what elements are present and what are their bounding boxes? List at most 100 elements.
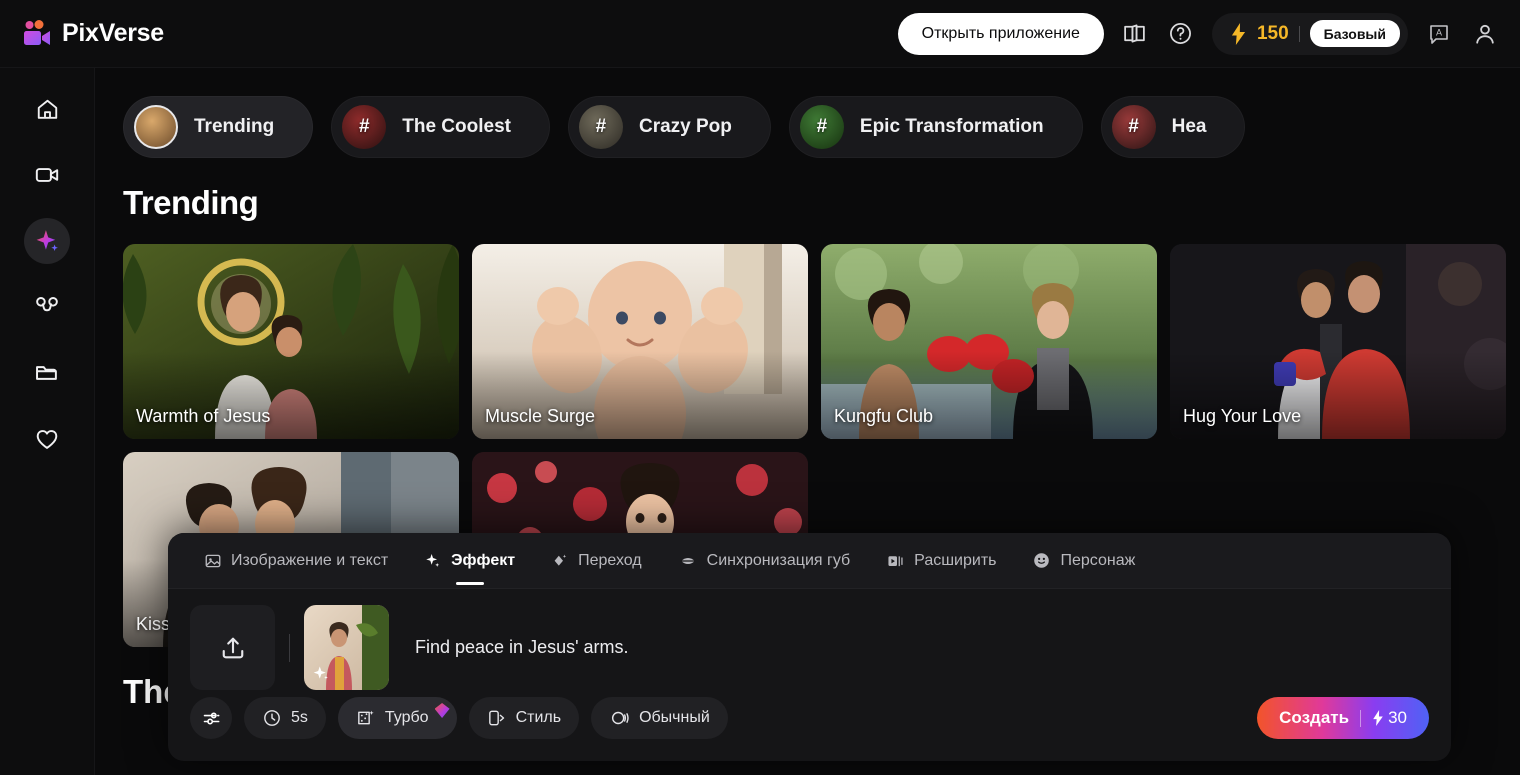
category-tab-label: The Coolest bbox=[402, 116, 511, 137]
page-title: Trending bbox=[123, 184, 259, 221]
left-sidebar bbox=[0, 68, 95, 775]
control-clock-icon[interactable]: 5s bbox=[244, 697, 326, 739]
card-label: Kiss bbox=[136, 614, 171, 634]
account-icon[interactable] bbox=[1470, 19, 1500, 49]
upload-icon bbox=[218, 633, 248, 663]
panel-tab-5[interactable]: Расширить bbox=[868, 533, 1014, 589]
photo-avatar bbox=[134, 105, 178, 149]
credits-divider bbox=[1298, 25, 1300, 42]
control-turbo-icon[interactable]: Турбо bbox=[337, 697, 457, 739]
image-icon bbox=[204, 552, 222, 570]
panel-tab-label: Синхронизация губ bbox=[706, 551, 851, 569]
category-tab-label: Hea bbox=[1171, 116, 1207, 137]
input-divider bbox=[289, 633, 290, 662]
hash-avatar-icon: # bbox=[799, 105, 844, 149]
help-circle-icon[interactable] bbox=[1166, 19, 1196, 49]
prompt-text[interactable]: Find peace in Jesus' arms. bbox=[415, 637, 629, 658]
category-tab-4[interactable]: # Epic Transformation bbox=[788, 96, 1083, 158]
hash-avatar-icon: # bbox=[578, 105, 623, 149]
sidebar-item-effects[interactable] bbox=[24, 218, 70, 264]
panel-tab-3[interactable]: Переход bbox=[533, 533, 660, 589]
panel-tab-2[interactable]: Эффект bbox=[406, 533, 533, 589]
panel-tab-bar[interactable]: Изображение и текст Эффект Переход Синхрони… bbox=[168, 533, 1451, 589]
panel-input-row: Find peace in Jesus' arms. bbox=[168, 589, 1451, 690]
svg-text:A: A bbox=[1436, 27, 1442, 37]
category-tab-label: Epic Transformation bbox=[859, 116, 1044, 137]
translate-icon[interactable]: A bbox=[1424, 19, 1454, 49]
control-sliders-icon[interactable] bbox=[190, 697, 232, 739]
mode-icon bbox=[609, 708, 630, 728]
home-icon bbox=[35, 97, 60, 122]
panel-tab-label: Персонаж bbox=[1060, 551, 1136, 569]
panel-controls-row: 5s Турбо Стиль Обычный Создать 30 bbox=[190, 697, 1429, 739]
sparkle-badge-icon bbox=[311, 664, 331, 684]
control-style-icon[interactable]: Стиль bbox=[468, 697, 580, 739]
lightning-icon bbox=[1230, 22, 1247, 45]
category-tab-row[interactable]: Trending # The Coolest # Crazy Pop # Epic Tran… bbox=[95, 68, 1520, 158]
sidebar-item-home[interactable] bbox=[24, 86, 70, 132]
sparkle-icon bbox=[424, 552, 442, 570]
control-label: 5s bbox=[291, 709, 308, 726]
effect-card[interactable]: Muscle Surge bbox=[472, 244, 808, 439]
control-label: Обычный bbox=[639, 709, 710, 726]
pixverse-logo-icon bbox=[22, 19, 52, 48]
smiley-icon bbox=[1032, 551, 1051, 570]
sliders-icon bbox=[201, 708, 222, 729]
create-button[interactable]: Создать 30 bbox=[1257, 697, 1429, 739]
sidebar-item-video[interactable] bbox=[24, 152, 70, 198]
effect-card[interactable]: Warmth of Jesus bbox=[123, 244, 459, 439]
panel-tab-label: Изображение и текст bbox=[231, 551, 389, 569]
reference-thumbnail[interactable] bbox=[304, 605, 389, 690]
brand[interactable]: PixVerse bbox=[22, 19, 164, 48]
transition-diamond-icon bbox=[551, 552, 569, 570]
category-tab-1[interactable]: Trending bbox=[123, 96, 314, 158]
sidebar-item-assets[interactable] bbox=[24, 350, 70, 396]
category-tab-2[interactable]: # The Coolest bbox=[331, 96, 550, 158]
card-label: Muscle Surge bbox=[485, 406, 596, 426]
create-divider bbox=[1360, 709, 1362, 727]
credits-value: 150 bbox=[1256, 22, 1289, 44]
turbo-icon bbox=[356, 708, 376, 728]
heart-icon bbox=[34, 426, 60, 452]
folder-icon bbox=[34, 360, 60, 386]
clock-icon bbox=[262, 708, 282, 728]
control-label: Турбо bbox=[384, 709, 429, 726]
mouse-head-icon bbox=[34, 294, 60, 320]
expand-video-icon bbox=[886, 552, 905, 570]
control-label: Стиль bbox=[515, 709, 562, 726]
brand-name: PixVerse bbox=[62, 19, 164, 47]
plan-badge[interactable]: Базовый bbox=[1309, 20, 1400, 47]
create-cost: 30 bbox=[1372, 708, 1407, 728]
panel-tab-4[interactable]: Синхронизация губ bbox=[660, 533, 869, 589]
panel-tab-6[interactable]: Персонаж bbox=[1014, 533, 1153, 589]
sidebar-item-character[interactable] bbox=[24, 284, 70, 330]
sidebar-item-favorites[interactable] bbox=[24, 416, 70, 462]
upload-button[interactable] bbox=[190, 605, 275, 690]
effect-card[interactable]: Hug Your Love bbox=[1170, 244, 1506, 439]
top-header: PixVerse Открыть приложение 150 Базовый … bbox=[0, 0, 1520, 68]
credits-chip[interactable]: 150 Базовый bbox=[1211, 12, 1408, 55]
effect-card[interactable]: Kungfu Club bbox=[821, 244, 1157, 439]
sparkle-icon bbox=[34, 228, 60, 254]
create-label: Создать bbox=[1279, 708, 1350, 727]
category-tab-label: Trending bbox=[194, 116, 275, 137]
open-app-button[interactable]: Открыть приложение bbox=[897, 12, 1104, 55]
panel-tab-label: Переход bbox=[578, 551, 642, 569]
panel-tab-1[interactable]: Изображение и текст bbox=[186, 533, 406, 589]
header-actions: Открыть приложение 150 Базовый A bbox=[897, 12, 1500, 55]
category-tab-3[interactable]: # Crazy Pop bbox=[567, 96, 771, 158]
create-cost-value: 30 bbox=[1388, 708, 1407, 727]
app-root: PixVerse Открыть приложение 150 Базовый … bbox=[0, 0, 1520, 775]
hash-avatar-icon: # bbox=[342, 105, 387, 149]
lightning-small-icon bbox=[1372, 710, 1384, 726]
category-tab-5[interactable]: # Hea bbox=[1100, 96, 1246, 158]
category-tab-label: Crazy Pop bbox=[638, 116, 732, 137]
lips-icon bbox=[678, 552, 698, 570]
generation-panel: Изображение и текст Эффект Переход Синхрони… bbox=[168, 533, 1451, 761]
style-icon bbox=[487, 708, 507, 728]
hash-avatar-icon: # bbox=[1111, 105, 1156, 149]
control-mode-icon[interactable]: Обычный bbox=[591, 697, 728, 739]
card-label: Hug Your Love bbox=[1183, 406, 1302, 426]
panel-tab-label: Расширить bbox=[914, 551, 997, 569]
book-icon[interactable] bbox=[1120, 19, 1150, 49]
